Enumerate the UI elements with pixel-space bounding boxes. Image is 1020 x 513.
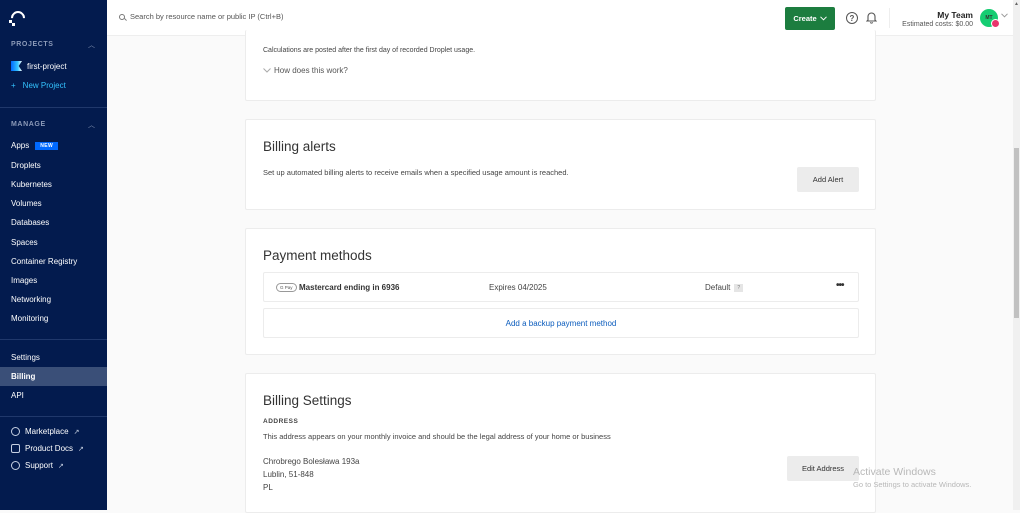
- usage-card: Calculations are posted after the first …: [245, 30, 876, 101]
- external-link-icon: ↗: [58, 462, 64, 470]
- card-name: Mastercard ending in 6936: [299, 283, 400, 292]
- sidebar-divider: [0, 416, 107, 417]
- create-button[interactable]: Create: [785, 7, 835, 30]
- team-name: My Team: [937, 10, 973, 20]
- project-icon: [11, 61, 22, 71]
- sidebar-link-label: Marketplace: [25, 427, 69, 436]
- notifications-bell-icon[interactable]: [865, 11, 878, 24]
- avatar-status-icon: [991, 19, 1000, 28]
- sidebar-item-images[interactable]: Images: [11, 276, 37, 285]
- scroll-up-icon[interactable]: ▲: [1014, 1, 1019, 7]
- sidebar-item-container-registry[interactable]: Container Registry: [11, 257, 77, 266]
- support-icon: [11, 461, 20, 470]
- address-label: ADDRESS: [263, 418, 299, 425]
- how-does-this-work-toggle[interactable]: How does this work?: [263, 66, 348, 75]
- sidebar-item-billing[interactable]: Billing: [0, 367, 107, 386]
- projects-collapse-icon[interactable]: ︿: [88, 40, 95, 50]
- team-switcher[interactable]: My Team Estimated costs: $0.00: [902, 10, 973, 28]
- estimated-costs: Estimated costs: $0.00: [902, 21, 973, 28]
- header-separator: [889, 8, 890, 28]
- billing-settings-card: Billing Settings ADDRESS This address ap…: [245, 373, 876, 513]
- plus-icon: +: [11, 81, 16, 90]
- add-backup-row: Add a backup payment method: [263, 308, 859, 338]
- sidebar-item-droplets[interactable]: Droplets: [11, 161, 41, 170]
- address-line: Lublin, 51-848: [263, 470, 314, 479]
- search-input[interactable]: Search by resource name or public IP (Ct…: [119, 12, 283, 21]
- billing-settings-title: Billing Settings: [263, 393, 352, 408]
- sidebar-item-settings[interactable]: Settings: [11, 353, 40, 362]
- sidebar-item-label: Billing: [11, 372, 36, 381]
- search-icon: [119, 13, 125, 20]
- sidebar-link-marketplace[interactable]: Marketplace ↗: [11, 427, 79, 436]
- add-backup-payment-link[interactable]: Add a backup payment method: [264, 319, 858, 328]
- payment-methods-card: Payment methods G Pay Mastercard ending …: [245, 228, 876, 355]
- chevron-down-icon[interactable]: [1001, 13, 1008, 20]
- watermark-title: Activate Windows: [853, 466, 936, 478]
- billing-alerts-description: Set up automated billing alerts to recei…: [263, 168, 569, 177]
- page-scrollbar[interactable]: ▲: [1013, 0, 1020, 510]
- sidebar-item-kubernetes[interactable]: Kubernetes: [11, 180, 52, 189]
- new-badge: NEW: [35, 141, 59, 150]
- billing-alerts-card: Billing alerts Set up automated billing …: [245, 119, 876, 210]
- help-icon[interactable]: ?: [846, 12, 858, 24]
- sidebar-item-networking[interactable]: Networking: [11, 295, 51, 304]
- scrollbar-thumb[interactable]: [1014, 148, 1019, 318]
- sidebar-item-api[interactable]: API: [11, 391, 24, 400]
- usage-note: Calculations are posted after the first …: [263, 47, 476, 54]
- projects-section-label: PROJECTS: [11, 41, 54, 48]
- sidebar-link-support[interactable]: Support ↗: [11, 461, 64, 470]
- sidebar-item-monitoring[interactable]: Monitoring: [11, 314, 48, 323]
- sidebar-link-label: Product Docs: [25, 444, 74, 453]
- payment-methods-title: Payment methods: [263, 248, 372, 263]
- address-line: PL: [263, 483, 273, 492]
- sidebar-link-label: Support: [25, 461, 54, 470]
- sidebar-item-volumes[interactable]: Volumes: [11, 199, 42, 208]
- address-line: Chrobrego Bolesława 193a: [263, 457, 360, 466]
- watermark-subtitle: Go to Settings to activate Windows.: [853, 480, 972, 489]
- default-label: Default: [705, 283, 731, 292]
- default-help-icon[interactable]: ?: [734, 283, 744, 292]
- payment-method-row: G Pay Mastercard ending in 6936 Expires …: [263, 272, 859, 302]
- chevron-down-icon: [263, 66, 271, 75]
- external-link-icon: ↗: [78, 445, 84, 453]
- sidebar: PROJECTS ︿ first-project + New Project M…: [0, 0, 107, 510]
- external-link-icon: ↗: [73, 428, 80, 436]
- search-placeholder: Search by resource name or public IP (Ct…: [130, 12, 284, 21]
- more-options-icon[interactable]: •••: [836, 280, 844, 291]
- sidebar-item-label: Apps: [11, 141, 30, 150]
- how-does-this-work-label: How does this work?: [274, 66, 348, 75]
- sidebar-item-apps[interactable]: Apps NEW: [11, 141, 59, 150]
- edit-address-button[interactable]: Edit Address: [787, 456, 859, 481]
- billing-alerts-title: Billing alerts: [263, 139, 336, 154]
- manage-collapse-icon[interactable]: ︿: [88, 120, 95, 130]
- sidebar-project-first-project[interactable]: first-project: [11, 61, 67, 71]
- address-description: This address appears on your monthly inv…: [263, 432, 611, 441]
- google-pay-icon: G Pay: [276, 283, 297, 292]
- project-name: first-project: [27, 61, 67, 71]
- create-label: Create: [793, 14, 817, 23]
- new-project-label: New Project: [22, 81, 66, 90]
- card-expiry: Expires 04/2025: [489, 283, 547, 292]
- activate-windows-watermark: Activate Windows Go to Settings to activ…: [853, 466, 971, 489]
- add-alert-button[interactable]: Add Alert: [797, 167, 859, 192]
- chevron-down-icon: [819, 14, 827, 23]
- new-project-link[interactable]: + New Project: [11, 81, 66, 90]
- default-status: Default ?: [705, 283, 744, 292]
- marketplace-icon: [11, 427, 20, 436]
- sidebar-divider: [0, 107, 107, 108]
- sidebar-divider: [0, 339, 107, 340]
- docs-icon: [11, 444, 20, 453]
- sidebar-link-product-docs[interactable]: Product Docs ↗: [11, 444, 84, 453]
- sidebar-item-databases[interactable]: Databases: [11, 218, 49, 227]
- manage-section-label: MANAGE: [11, 121, 46, 128]
- sidebar-item-spaces[interactable]: Spaces: [11, 238, 38, 247]
